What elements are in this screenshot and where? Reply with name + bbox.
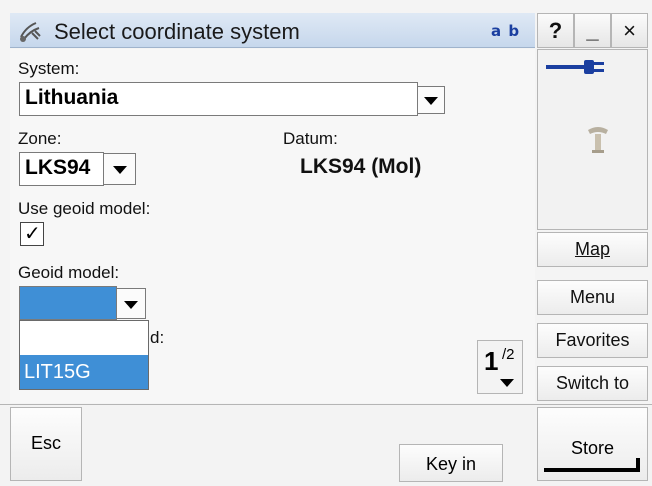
menu-button[interactable]: Menu	[537, 280, 648, 315]
page-total: /2	[502, 346, 515, 363]
geoid-options-list: LIT15G	[19, 320, 149, 390]
system-value: Lithuania	[25, 86, 119, 109]
enter-key-icon	[544, 458, 640, 472]
geoid-model-select[interactable]	[19, 286, 117, 320]
chevron-down-icon	[424, 97, 438, 105]
geoid-option-empty[interactable]	[20, 321, 148, 354]
obscured-label: d:	[150, 328, 165, 347]
form-panel: System: Lithuania Zone: LKS94 Datum: LKS…	[10, 49, 535, 403]
esc-button[interactable]: Esc	[10, 407, 82, 481]
close-button[interactable]: ×	[611, 13, 648, 48]
zone-label: Zone:	[18, 129, 62, 148]
chevron-down-icon	[124, 300, 138, 309]
bottom-toolbar: Esc Key in Store	[0, 404, 652, 486]
satellite-icon	[20, 22, 41, 42]
app-window: Select coordinate system a b ? _ × Syste…	[0, 0, 652, 486]
plug-icon	[546, 60, 604, 74]
title-bar: Select coordinate system a b	[10, 13, 535, 48]
map-button-label: Map	[574, 239, 610, 259]
chevron-down-icon	[500, 379, 514, 387]
page-indicator[interactable]: 1 /2	[477, 340, 523, 394]
geoid-model-label: Geoid model:	[18, 263, 120, 282]
status-panel	[537, 49, 648, 230]
input-mode-indicator[interactable]: a b	[491, 22, 520, 40]
datum-label: Datum:	[283, 129, 338, 148]
switch-to-button[interactable]: Switch to	[537, 366, 648, 401]
key-in-button[interactable]: Key in	[399, 444, 503, 482]
help-button[interactable]: ?	[537, 13, 574, 48]
zone-value: LKS94	[25, 156, 91, 179]
window-title: Select coordinate system	[54, 19, 300, 44]
use-geoid-label: Use geoid model:	[18, 199, 151, 218]
map-button[interactable]: Map	[537, 232, 648, 267]
system-label: System:	[18, 59, 80, 78]
store-button-label: Store	[570, 438, 615, 458]
use-geoid-checkbox[interactable]: ✓	[20, 221, 44, 246]
favorites-button[interactable]: Favorites	[537, 323, 648, 358]
receiver-icon	[588, 127, 608, 153]
system-select[interactable]: Lithuania	[19, 82, 418, 116]
zone-select[interactable]: LKS94	[19, 152, 104, 186]
geoid-model-dropdown-button[interactable]	[116, 288, 146, 319]
zone-dropdown-button[interactable]	[103, 153, 136, 185]
geoid-option-lit15g[interactable]: LIT15G	[20, 355, 148, 389]
chevron-down-icon	[112, 166, 127, 174]
minimize-button[interactable]: _	[574, 13, 611, 48]
datum-value: LKS94 (Mol)	[300, 155, 422, 178]
page-current: 1	[484, 346, 499, 376]
system-dropdown-button[interactable]	[417, 86, 445, 114]
store-button[interactable]: Store	[537, 407, 648, 481]
checkmark-icon: ✓	[24, 221, 41, 245]
